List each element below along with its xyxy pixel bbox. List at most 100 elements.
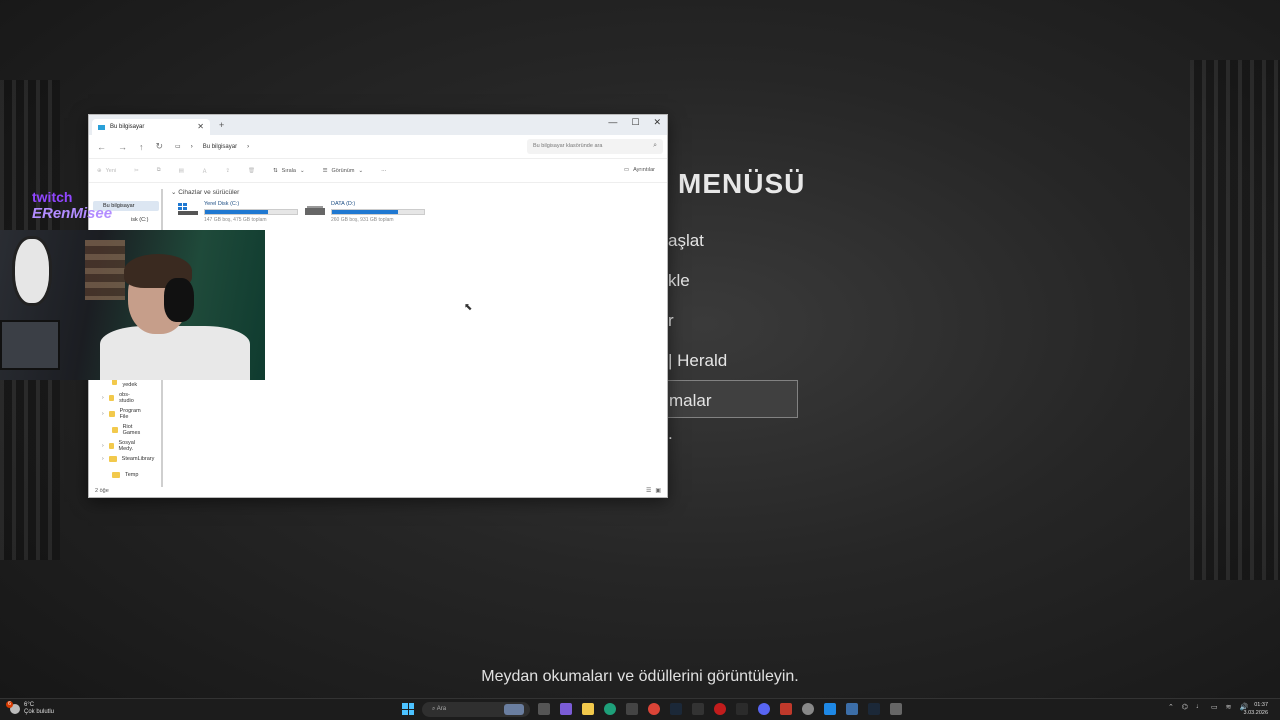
- widgets-icon[interactable]: [560, 703, 572, 715]
- chevron-right-icon[interactable]: ›: [102, 456, 104, 462]
- close-window-icon[interactable]: ✕: [653, 117, 661, 128]
- section-devices-drives[interactable]: ⌄ Cihazlar ve sürücüler: [171, 188, 239, 196]
- steam-icon-2[interactable]: [868, 703, 880, 715]
- chevron-up-icon[interactable]: ⌃: [1168, 703, 1174, 711]
- drive-usage-bar: [204, 209, 298, 215]
- chevron-right-icon[interactable]: ›: [102, 395, 104, 401]
- taskbar-search-placeholder: Ara: [436, 706, 447, 712]
- refresh-icon[interactable]: ↻: [156, 141, 164, 152]
- more-options-button[interactable]: ···: [381, 168, 387, 174]
- tiles-view-icon[interactable]: ▣: [655, 487, 661, 494]
- network-icon[interactable]: ⌬: [1182, 703, 1188, 711]
- game-subtitle: Meydan okumaları ve ödüllerini görüntüle…: [481, 668, 799, 685]
- maximize-icon[interactable]: ☐: [631, 117, 639, 128]
- twitch-overlay: twitch ERenMisee: [32, 189, 112, 222]
- search-input[interactable]: Bu bilgisayar klasöründe ara ⌕: [527, 139, 663, 154]
- monitor-icon: ▭: [175, 144, 181, 150]
- channel-name: ERenMisee: [32, 205, 113, 222]
- details-pane-icon: ▭: [623, 167, 630, 173]
- task-view-icon[interactable]: [538, 703, 550, 715]
- app-icon-red[interactable]: [780, 703, 792, 715]
- edge-icon[interactable]: [604, 703, 616, 715]
- new-button[interactable]: ⊕ Yeni: [97, 168, 116, 174]
- weather-widget[interactable]: 6 6°C Çok bulutlu: [6, 701, 54, 716]
- date: 3.03.2026: [1243, 710, 1268, 716]
- delete-icon[interactable]: 🗑: [248, 168, 255, 174]
- back-arrow-icon[interactable]: ←: [97, 142, 106, 152]
- sidebar-folder[interactable]: Riot Games: [112, 424, 143, 436]
- tab-bar: Bu bilgisayar ✕ + — ☐ ✕: [89, 115, 667, 135]
- details-label: Ayrıntılar: [633, 167, 655, 173]
- sidebar-folder[interactable]: › SteamLibrary: [102, 456, 154, 462]
- drive-name: DATA (D:): [331, 201, 356, 207]
- close-tab-icon[interactable]: ✕: [197, 122, 204, 131]
- view-button[interactable]: ☰ Görünüm ⌄: [323, 168, 363, 174]
- new-label: Yeni: [105, 167, 117, 174]
- sidebar-folder[interactable]: › obs-studio: [102, 392, 136, 404]
- search-highlight-image: [504, 704, 524, 715]
- wifi-icon[interactable]: ≋: [1226, 703, 1232, 711]
- minimize-icon[interactable]: —: [608, 117, 617, 128]
- share-icon[interactable]: ⇪: [225, 168, 230, 174]
- cloud-icon: 6: [6, 701, 20, 714]
- opera-icon[interactable]: [714, 703, 726, 715]
- drive-c[interactable]: Yerel Disk (C:) 147 GB boş, 475 GB topla…: [178, 201, 298, 223]
- drive-usage-fill: [205, 210, 269, 214]
- game-menu-item-6[interactable]: .: [668, 424, 673, 444]
- app-icon-shield[interactable]: [846, 703, 858, 715]
- sidebar-folder[interactable]: › Program File: [102, 408, 143, 420]
- sort-icon: ⇅: [272, 167, 278, 174]
- details-button[interactable]: ▭ Ayrıntılar: [624, 167, 655, 173]
- windows-start-icon[interactable]: [402, 703, 414, 715]
- list-view-icon[interactable]: ☰: [646, 487, 651, 494]
- chevron-down-icon: ⌄: [358, 167, 364, 174]
- forward-arrow-icon[interactable]: →: [118, 142, 127, 152]
- obs-icon[interactable]: [802, 703, 814, 715]
- this-pc-icon: [98, 124, 105, 130]
- up-arrow-icon[interactable]: ↑: [139, 142, 144, 152]
- epic-games-icon[interactable]: [692, 703, 704, 715]
- sidebar-folder-label: Riot Games: [122, 424, 141, 436]
- chrome-icon[interactable]: [648, 703, 660, 715]
- calculator-icon[interactable]: [736, 703, 748, 715]
- background-monitor: [0, 320, 60, 370]
- mic-icon[interactable]: ♩: [1196, 703, 1203, 711]
- game-menu-item-challenges[interactable]: malar: [662, 380, 798, 418]
- taskbar: 6 6°C Çok bulutlu ⌕ Ara ⌃ ⌬ ♩ ▭ ≋ 🔊 01:3…: [0, 698, 1280, 720]
- app-icon-game[interactable]: [890, 703, 902, 715]
- steam-icon[interactable]: [670, 703, 682, 715]
- app-icon-blue[interactable]: [824, 703, 836, 715]
- discord-icon[interactable]: [758, 703, 770, 715]
- breadcrumb[interactable]: ▭ › Bu bilgisayar ›: [175, 143, 249, 151]
- chevron-down-icon: ⌄: [171, 189, 177, 196]
- clock[interactable]: 01:37 3.03.2026: [1244, 701, 1268, 717]
- chevron-right-icon[interactable]: ›: [102, 411, 104, 417]
- folder-icon: [108, 443, 114, 449]
- tab-this-pc[interactable]: Bu bilgisayar ✕: [92, 119, 210, 135]
- paste-icon[interactable]: ▤: [179, 168, 184, 174]
- drive-d[interactable]: DATA (D:) 260 GB boş, 931 GB toplam: [305, 201, 425, 223]
- rename-icon[interactable]: Ａ: [202, 167, 208, 175]
- sidebar-item-local-disk[interactable]: isk (C:): [131, 217, 148, 223]
- game-menu-item-3[interactable]: r: [668, 311, 674, 331]
- breadcrumb-this-pc[interactable]: Bu bilgisayar: [203, 144, 237, 150]
- taskbar-search[interactable]: ⌕ Ara: [422, 702, 530, 717]
- command-bar: ⊕ Yeni ✂ ⧉ ▤ Ａ ⇪ 🗑 ⇅ Sırala ⌄ ☰ Görünüm ⌄ ···: [89, 159, 667, 183]
- game-menu-item-start[interactable]: aşlat: [668, 231, 704, 251]
- sidebar-folder[interactable]: › Sosyal Medy.: [102, 440, 138, 452]
- file-explorer-icon[interactable]: [582, 703, 594, 715]
- headphones: [164, 278, 194, 322]
- sort-label: Sırala: [281, 167, 296, 174]
- weather-temp: 6°C: [24, 702, 35, 708]
- sidebar-folder[interactable]: Temp: [112, 472, 138, 478]
- chevron-right-icon[interactable]: ›: [102, 443, 104, 449]
- cut-icon[interactable]: ✂: [134, 168, 139, 174]
- store-icon[interactable]: [626, 703, 638, 715]
- sidebar-folder-label: SteamLibrary: [121, 456, 155, 462]
- game-menu-item-herald[interactable]: | Herald: [668, 351, 727, 371]
- copy-icon[interactable]: ⧉: [157, 167, 161, 174]
- display-icon[interactable]: ▭: [1211, 703, 1218, 711]
- sort-button[interactable]: ⇅ Sırala ⌄: [273, 168, 305, 174]
- game-menu-item-2[interactable]: kle: [668, 271, 690, 291]
- new-tab-icon[interactable]: +: [219, 120, 224, 130]
